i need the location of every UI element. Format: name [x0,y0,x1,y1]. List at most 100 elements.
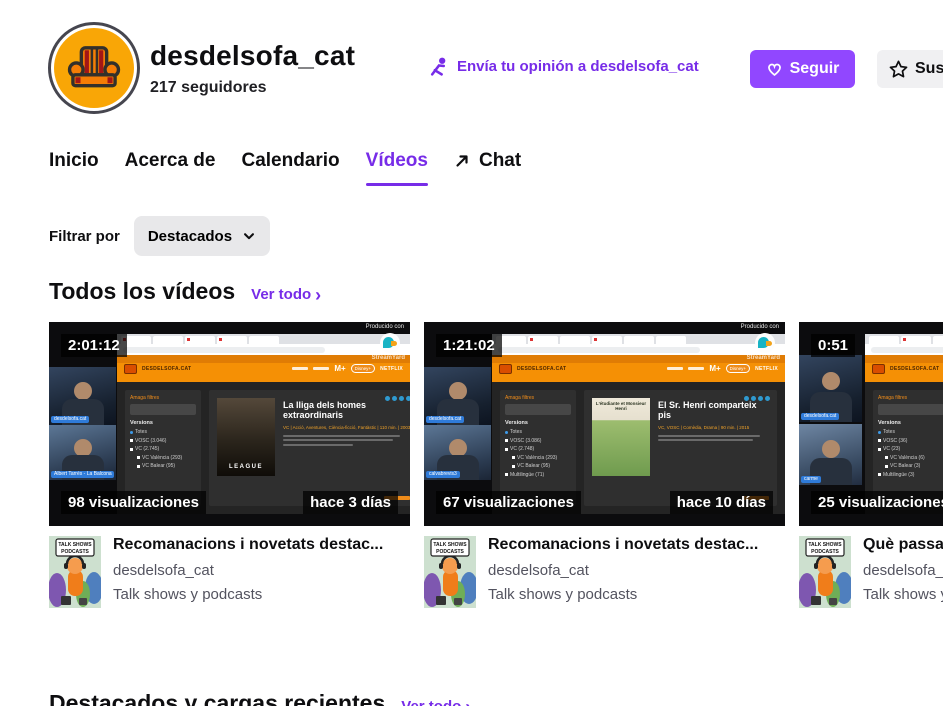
sidebar-item: Totes [130,429,196,435]
streamyard-logo-icon [380,333,400,353]
webcam-feed-host: desdelsofa.cat [799,355,862,422]
site-sidebar: Amaga filtres Versions Totes VOSC (3.046… [125,390,201,506]
star-outline-icon [889,60,908,78]
site-logo-icon [499,363,512,374]
subscribe-button[interactable]: Suscribirse [877,50,943,88]
couch-icon [54,28,134,108]
filter-dropdown[interactable]: Destacados [133,216,271,256]
movie-description-lines [658,434,769,442]
sidebar-item: VC València (293) [137,455,196,461]
video-thumbnail[interactable]: desdelsofa.cat carme DESDELSOFA.CAT M+ D [799,322,943,526]
site-search-box [130,404,196,415]
webcam-feed-guest: calvabrevis3 [424,425,491,480]
sidebar-item: VC Balear (3) [885,463,943,469]
filter-label: Filtrar por [49,227,120,245]
webcam-name-chip: desdelsofa.cat [51,416,90,423]
site-movie-panel: L'étudiante et Monsieur Henri El Sr. Hen… [584,390,777,506]
category-boxart[interactable]: TALK SHOWS PODCASTS [799,536,851,608]
svg-text:PODCASTS: PODCASTS [811,549,839,555]
tab-acerca-de[interactable]: Acerca de [125,150,216,186]
streamyard-brand: StreamYard [371,355,405,361]
external-link-arrow-icon [456,155,468,167]
video-card: Producido con StreamYard desdelsofa.cat … [424,322,785,608]
tab-chat[interactable]: Chat [454,150,521,186]
streamyard-watermark-text: Producido con [365,324,404,330]
video-card-row: Producido con StreamYard desdelsofa.cat … [49,322,943,608]
site-header: DESDELSOFA.CAT M+ Disney+ NETFLIX [492,355,785,382]
video-thumbnail[interactable]: Producido con StreamYard desdelsofa.cat … [49,322,410,526]
movie-meta: VC, VOSC | Comèdia, Drama | 90 min. | 20… [658,424,750,430]
person-feedback-icon [430,57,446,76]
feedback-link[interactable]: Envía tu opinión a desdelsofa_cat [428,56,699,77]
follow-button[interactable]: Seguir [750,50,855,88]
site-search-box [505,404,571,415]
netflix-logo: NETFLIX [755,365,778,372]
movie-title: El Sr. Henri comparteix pis [658,400,757,421]
svg-text:PODCASTS: PODCASTS [436,549,464,555]
category-boxart[interactable]: TALK SHOWS PODCASTS [424,536,476,608]
webcam-name-chip: carme [801,476,821,483]
see-all-videos-link[interactable]: Ver todo › [251,286,321,304]
disney-plus-logo: Disney+ [725,364,751,373]
category-boxart[interactable]: TALK SHOWS PODCASTS [49,536,101,608]
sidebar-item: VC (2.748) [505,446,571,452]
duration-badge: 1:21:02 [436,334,502,357]
sidebar-title: Versions [130,420,153,426]
sidebar-title: Versions [505,420,528,426]
streamyard-brand: StreamYard [746,355,780,361]
site-name: DESDELSOFA.CAT [890,365,940,372]
video-title[interactable]: Recomanacions i novetats destac... [113,536,383,554]
video-title[interactable]: Recomanacions i novetats destac... [488,536,758,554]
tab-chat-label: Chat [478,150,522,171]
channel-page: desdelsofa_cat 217 seguidores Envía tu o… [0,0,943,706]
sidebar-link: Amaga filtres [130,395,160,401]
social-share-icons [385,396,410,401]
site-search-box [878,404,943,415]
channel-name: desdelsofa_cat [150,40,356,71]
video-channel[interactable]: desdelsofa_cat [863,562,943,579]
movie-title: La lliga dels homes extraordinaris [283,400,367,421]
sidebar-item: VC Balear (95) [512,463,571,469]
chevron-right-icon: › [465,698,471,706]
site-name: DESDELSOFA.CAT [517,365,567,372]
see-all-label: Ver todo [401,698,461,706]
svg-text:TALK SHOWS: TALK SHOWS [808,542,842,548]
sidebar-item: VOSC (3.086) [505,438,571,444]
video-category[interactable]: Talk shows y podcasts [863,586,943,603]
sidebar-item: Multilingüe (3) [878,472,943,478]
channel-nav: Inicio Acerca de Calendario Vídeos Chat [49,150,521,186]
site-logo-icon [872,363,885,374]
see-all-highlights-link[interactable]: Ver todo › [401,698,471,706]
video-category[interactable]: Talk shows y podcasts [488,586,758,603]
section-title-highlights: Destacados y cargas recientes [49,690,386,706]
social-share-icons [744,396,770,401]
movistar-plus-logo: M+ [709,364,721,373]
chevron-down-icon [244,233,255,240]
movie-description-lines [283,434,410,446]
webcam-name-chip: desdelsofa.cat [801,413,840,420]
svg-text:TALK SHOWS: TALK SHOWS [58,542,92,548]
webcam-name-chip: calvabrevis3 [426,471,460,478]
views-badge: 67 visualizaciones [436,491,581,514]
sidebar-item: VC València (6) [885,455,943,461]
tab-videos[interactable]: Vídeos [365,150,429,186]
sidebar-item: Totes [505,429,571,435]
movie-meta: VC | Acció, Aventures, Ciència-ficció, F… [283,424,410,430]
tab-calendario[interactable]: Calendario [241,150,339,186]
video-title[interactable]: Què passa [863,536,943,554]
video-thumbnail[interactable]: Producido con StreamYard desdelsofa.cat … [424,322,785,526]
shared-browser-window: DESDELSOFA.CAT M+ Disney+ NETFLIX Amaga … [492,334,785,514]
video-channel[interactable]: desdelsofa_cat [488,562,758,579]
sidebar-item: VOSC (3.046) [130,438,196,444]
video-category[interactable]: Talk shows y podcasts [113,586,383,603]
site-name: DESDELSOFA.CAT [142,365,192,372]
streamyard-logo-icon [755,333,775,353]
sidebar-link: Amaga filtres [505,395,535,401]
channel-avatar[interactable] [48,22,140,114]
webcam-feed-guest: carme [799,424,862,485]
sidebar-item: VC (23) [878,446,943,452]
video-channel[interactable]: desdelsofa_cat [113,562,383,579]
follow-button-label: Seguir [789,60,840,77]
disney-plus-logo: Disney+ [350,364,376,373]
tab-inicio[interactable]: Inicio [49,150,99,186]
